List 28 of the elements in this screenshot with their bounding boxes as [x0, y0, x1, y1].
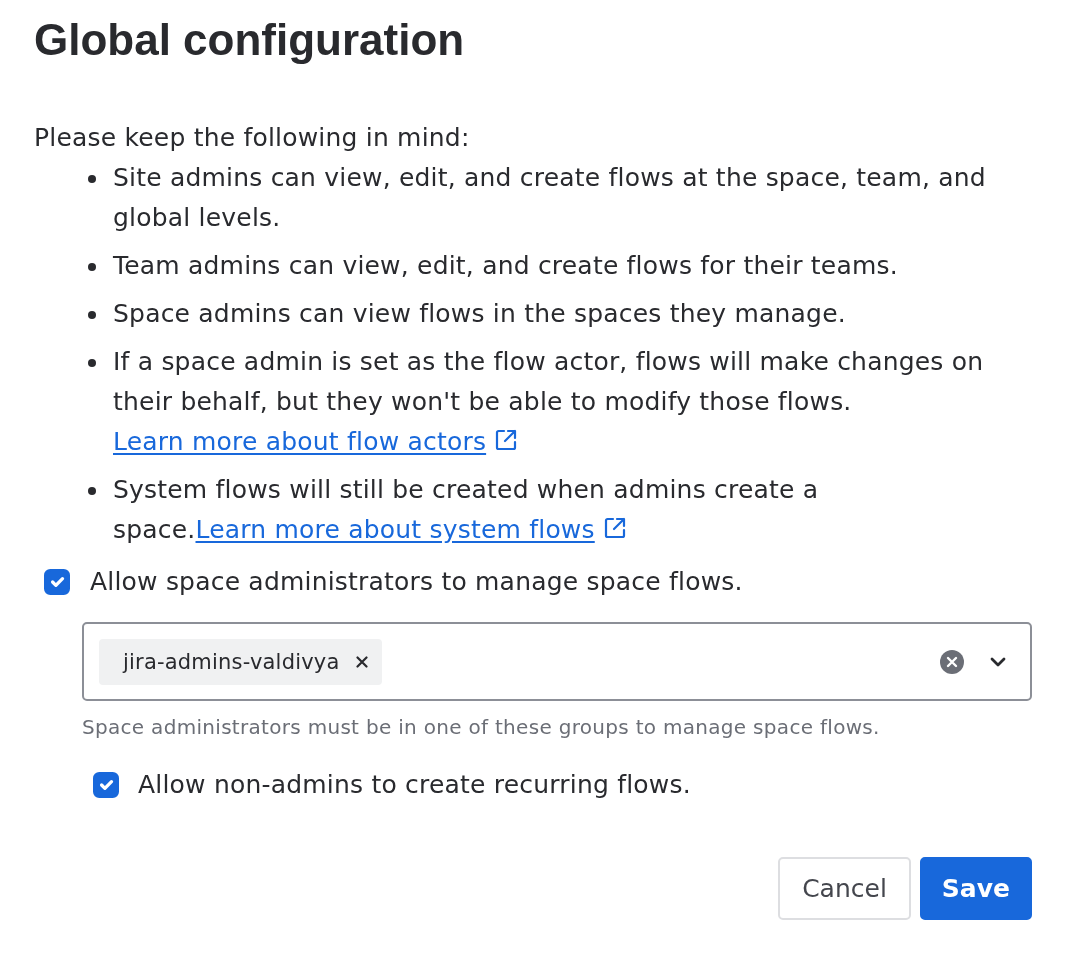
- external-link-icon: [602, 516, 627, 540]
- page-title: Global configuration: [34, 14, 466, 66]
- note-text: Space admins can view flows in the spaces they manage.: [113, 298, 846, 330]
- note-text: Site admins can view, edit, and create flows at the space, team, and global levels.: [113, 162, 987, 234]
- note-text: Team admins can view, edit, and create flows for their teams.: [113, 250, 898, 282]
- learn-more-link[interactable]: Learn more about system flows: [195, 515, 627, 544]
- bullet-icon: [88, 487, 96, 495]
- recurring-flows-checkbox[interactable]: [93, 771, 119, 798]
- note-text: If a space admin is set as the flow actor, flows will make changes on their behalf, but they won't be able to modify those flows. Learn more about flow actors: [113, 346, 985, 458]
- learn-more-link[interactable]: Learn more about flow actors: [113, 427, 519, 456]
- manage-flows-label: Allow space administrators to manage space flows.: [90, 566, 743, 598]
- external-link-icon: [494, 428, 519, 452]
- recurring-flows-label: Allow non-admins to create recurring flows.: [138, 768, 691, 801]
- save-button[interactable]: Save: [919, 856, 1032, 920]
- cancel-button[interactable]: Cancel: [778, 856, 911, 920]
- group-tag-label: jira-admins-valdivya: [123, 648, 340, 676]
- clear-icon[interactable]: [940, 649, 964, 674]
- bullet-icon: [88, 311, 96, 319]
- chevron-down-icon[interactable]: [990, 656, 1006, 667]
- note-text: System flows will still be created when admins create a space.Learn more about system flows: [113, 474, 820, 546]
- helper-text: Space administrators must be in one of these groups to manage space flows.: [82, 714, 880, 741]
- groups-select-field[interactable]: jira-admins-valdivya: [82, 622, 1032, 701]
- intro-text: Please keep the following in mind:: [34, 122, 470, 154]
- bullet-icon: [88, 359, 96, 367]
- remove-icon[interactable]: [355, 655, 368, 668]
- bullet-icon: [88, 263, 96, 271]
- bullet-icon: [88, 175, 96, 183]
- manage-flows-checkbox[interactable]: [44, 569, 70, 595]
